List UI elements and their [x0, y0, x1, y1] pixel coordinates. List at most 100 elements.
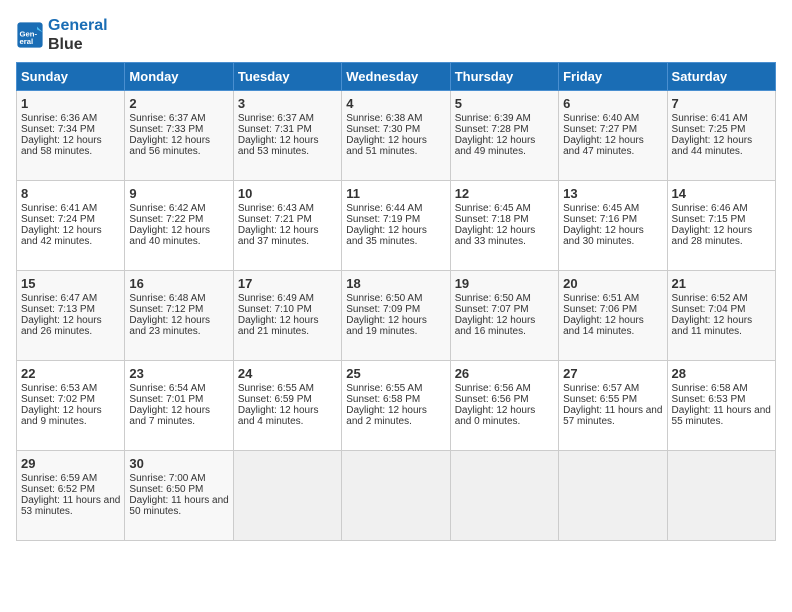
calendar-cell: 18Sunrise: 6:50 AMSunset: 7:09 PMDayligh… — [342, 271, 450, 361]
calendar-week-5: 29Sunrise: 6:59 AMSunset: 6:52 PMDayligh… — [17, 451, 776, 541]
day-number: 25 — [346, 366, 445, 381]
logo-general: General — [48, 16, 108, 35]
calendar-cell: 24 Sunrise: 6:55 AMSunset: 6:59 PMDayligh… — [233, 361, 341, 451]
daylight-text: Daylight: 12 hours and 28 minutes. — [672, 225, 753, 247]
daylight-text: Daylight: 12 hours and 14 minutes. — [563, 315, 644, 337]
day-number: 29 — [21, 456, 120, 471]
sunset-text: Sunset: 7:34 PM — [21, 124, 95, 135]
daylight-text: Daylight: 12 hours and 37 minutes. — [238, 225, 319, 247]
day-number: 17 — [238, 276, 337, 291]
sunrise-text: Sunrise: 6:55 AM — [238, 383, 314, 394]
header: Gen- eral General Blue — [16, 16, 776, 54]
calendar-cell: 30Sunrise: 7:00 AMSunset: 6:50 PMDayligh… — [125, 451, 233, 541]
calendar-cell — [233, 451, 341, 541]
calendar-cell: 29Sunrise: 6:59 AMSunset: 6:52 PMDayligh… — [17, 451, 125, 541]
day-number: 5 — [455, 96, 554, 111]
daylight-text: Daylight: 11 hours and 57 minutes. — [563, 405, 662, 427]
calendar-table: SundayMondayTuesdayWednesdayThursdayFrid… — [16, 62, 776, 541]
calendar-cell — [342, 451, 450, 541]
sunrise-text: Sunrise: 6:55 AM — [346, 383, 422, 394]
sunset-text: Sunset: 7:13 PM — [21, 304, 95, 315]
daylight-text: Daylight: 12 hours and 51 minutes. — [346, 135, 427, 157]
daylight-text: Daylight: 12 hours and 44 minutes. — [672, 135, 753, 157]
calendar-cell: 8Sunrise: 6:41 AMSunset: 7:24 PMDaylight… — [17, 181, 125, 271]
calendar-cell: 14Sunrise: 6:46 AMSunset: 7:15 PMDayligh… — [667, 181, 775, 271]
sunset-text: Sunset: 7:06 PM — [563, 304, 637, 315]
header-wednesday: Wednesday — [342, 63, 450, 91]
calendar-header-row: SundayMondayTuesdayWednesdayThursdayFrid… — [17, 63, 776, 91]
day-number: 12 — [455, 186, 554, 201]
day-number: 18 — [346, 276, 445, 291]
daylight-text: Daylight: 11 hours and 53 minutes. — [21, 495, 120, 517]
day-number: 24 — [238, 366, 337, 381]
sunrise-text: Sunrise: 6:50 AM — [346, 293, 422, 304]
logo: Gen- eral General Blue — [16, 16, 108, 54]
sunset-text: Sunset: 6:53 PM — [672, 394, 746, 405]
daylight-text: Daylight: 11 hours and 55 minutes. — [672, 405, 771, 427]
sunset-text: Sunset: 6:59 PM — [238, 394, 312, 405]
sunset-text: Sunset: 6:58 PM — [346, 394, 420, 405]
calendar-cell — [450, 451, 558, 541]
day-number: 26 — [455, 366, 554, 381]
sunrise-text: Sunrise: 6:41 AM — [672, 113, 748, 124]
calendar-cell: 20Sunrise: 6:51 AMSunset: 7:06 PMDayligh… — [559, 271, 667, 361]
logo-blue: Blue — [48, 35, 108, 54]
sunrise-text: Sunrise: 6:37 AM — [238, 113, 314, 124]
day-number: 13 — [563, 186, 662, 201]
calendar-week-3: 15 Sunrise: 6:47 AMSunset: 7:13 PM Dayligh… — [17, 271, 776, 361]
sunset-text: Sunset: 7:18 PM — [455, 214, 529, 225]
sunset-text: Sunset: 7:19 PM — [346, 214, 420, 225]
calendar-cell — [667, 451, 775, 541]
daylight-text: Daylight: 12 hours and 56 minutes. — [129, 135, 210, 157]
sunrise-text: Sunrise: 6:44 AM — [346, 203, 422, 214]
day-number: 21 — [672, 276, 771, 291]
sunset-text: Sunset: 7:25 PM — [672, 124, 746, 135]
sunset-text: Sunset: 7:28 PM — [455, 124, 529, 135]
daylight-text: Daylight: 12 hours and 0 minutes. — [455, 405, 536, 427]
daylight-text: Daylight: 12 hours and 7 minutes. — [129, 405, 210, 427]
calendar-cell: 25Sunrise: 6:55 AMSunset: 6:58 PMDayligh… — [342, 361, 450, 451]
calendar-cell: 28Sunrise: 6:58 AMSunset: 6:53 PMDayligh… — [667, 361, 775, 451]
sunset-text: Sunset: 6:55 PM — [563, 394, 637, 405]
sunrise-text: Sunrise: 6:46 AM — [672, 203, 748, 214]
daylight-text: Daylight: 12 hours and 4 minutes. — [238, 405, 319, 427]
calendar-cell: 4Sunrise: 6:38 AMSunset: 7:30 PMDaylight… — [342, 91, 450, 181]
sunset-text: Sunset: 7:10 PM — [238, 304, 312, 315]
daylight-text: Daylight: 12 hours and 58 minutes. — [21, 135, 102, 157]
sunrise-text: Sunrise: 6:50 AM — [455, 293, 531, 304]
sunset-text: Sunset: 7:02 PM — [21, 394, 95, 405]
sunrise-text: Sunrise: 6:39 AM — [455, 113, 531, 124]
sunrise-text: Sunrise: 6:56 AM — [455, 383, 531, 394]
calendar-cell: 5 Sunrise: 6:39 AMSunset: 7:28 PMDaylight… — [450, 91, 558, 181]
header-friday: Friday — [559, 63, 667, 91]
calendar-cell — [559, 451, 667, 541]
day-number: 10 — [238, 186, 337, 201]
sunset-text: Sunset: 7:15 PM — [672, 214, 746, 225]
sunset-text: Sunset: 6:50 PM — [129, 484, 203, 495]
sunrise-text: Sunrise: 6:51 AM — [563, 293, 639, 304]
calendar-cell: 27Sunrise: 6:57 AMSunset: 6:55 PMDayligh… — [559, 361, 667, 451]
sunrise-text: Sunrise: 6:59 AM — [21, 473, 97, 484]
day-number: 22 — [21, 366, 120, 381]
calendar-cell: 3Sunrise: 6:37 AMSunset: 7:31 PMDaylight… — [233, 91, 341, 181]
sunrise-text: Sunrise: 6:53 AM — [21, 383, 97, 394]
header-monday: Monday — [125, 63, 233, 91]
sunrise-text: Sunrise: 6:52 AM — [672, 293, 748, 304]
daylight-text: Daylight: 12 hours and 49 minutes. — [455, 135, 536, 157]
sunset-text: Sunset: 7:22 PM — [129, 214, 203, 225]
daylight-text: Daylight: 12 hours and 53 minutes. — [238, 135, 319, 157]
sunset-text: Sunset: 7:24 PM — [21, 214, 95, 225]
sunrise-text: Sunrise: 6:42 AM — [129, 203, 205, 214]
calendar-cell: 13Sunrise: 6:45 AMSunset: 7:16 PMDayligh… — [559, 181, 667, 271]
calendar-cell: 21Sunrise: 6:52 AMSunset: 7:04 PMDayligh… — [667, 271, 775, 361]
svg-text:eral: eral — [20, 37, 34, 46]
sunset-text: Sunset: 7:09 PM — [346, 304, 420, 315]
sunrise-text: Sunrise: 6:47 AM — [21, 293, 97, 304]
calendar-cell: 2Sunrise: 6:37 AMSunset: 7:33 PMDaylight… — [125, 91, 233, 181]
calendar-cell: 9Sunrise: 6:42 AMSunset: 7:22 PMDaylight… — [125, 181, 233, 271]
calendar-cell: 17Sunrise: 6:49 AMSunset: 7:10 PMDayligh… — [233, 271, 341, 361]
day-number: 28 — [672, 366, 771, 381]
daylight-text: Daylight: 12 hours and 11 minutes. — [672, 315, 753, 337]
day-number: 15 — [21, 276, 120, 291]
daylight-text: Daylight: 12 hours and 35 minutes. — [346, 225, 427, 247]
